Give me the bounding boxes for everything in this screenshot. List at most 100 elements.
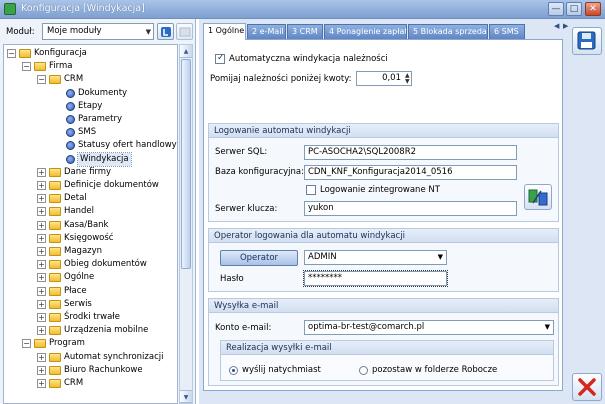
tree-item[interactable]: + Kasa/Bank [4,219,177,232]
expand-icon[interactable]: + [37,379,46,388]
tree-item-label: Ogólne [64,272,95,283]
tree-item[interactable]: − Program [4,337,177,350]
tree-scrollbar[interactable]: ▲ ▼ [179,44,193,404]
expand-icon[interactable]: + [37,194,46,204]
server-label: Serwer SQL: [215,147,268,157]
keep-draft-radio[interactable] [359,366,368,375]
settings-form: ✓ Automatyczna windykacja należności Pom… [203,39,563,391]
expand-icon[interactable]: + [37,286,46,296]
expand-icon[interactable]: + [37,313,46,322]
expand-icon[interactable]: + [37,326,46,336]
connection-icon [528,189,548,206]
maximize-button[interactable]: □ [566,2,582,16]
skip-amount-input[interactable]: 0,01 [356,71,412,86]
tree-item[interactable]: + Środki trwałe [4,311,177,324]
tree-item[interactable]: Dokumenty [4,87,177,100]
expand-icon[interactable]: + [37,207,46,217]
operator-title: Operator logowania dla automatu windykac… [209,229,558,243]
tree-item[interactable]: Windykacja [4,151,177,167]
expand-icon[interactable]: + [37,299,46,309]
config-tree[interactable]: − Konfiguracja − Firma − CRM Dokumenty Etapy Par… [3,44,178,404]
tree-item-label: SMS [78,127,97,138]
tree-item[interactable]: − CRM [4,73,177,86]
server-input[interactable]: PC-ASOCHA2\SQL2008R2 [304,145,517,160]
operator-button[interactable]: Operator [220,250,298,266]
cancel-button[interactable] [572,373,602,401]
tab-4[interactable]: 4 Ponaglenie zapłaty [324,24,407,39]
expand-icon[interactable]: + [37,233,46,243]
tree-item[interactable]: + Obieg dokumentów [4,258,177,271]
refresh-button[interactable] [157,23,174,40]
tree-item[interactable]: + Płace [4,285,177,298]
folder-icon [19,49,31,58]
klucz-label: Serwer klucza: [215,204,278,214]
baza-input[interactable]: CDN_KNF_Konfiguracja2014_0516 [304,165,517,180]
tree-item[interactable]: + CRM [4,377,177,390]
send-now-radio[interactable] [229,366,238,375]
tree-item[interactable]: SMS [4,126,177,139]
expand-icon[interactable]: + [37,365,46,375]
realizacja-group: Realizacja wysyłki e-mail wyślij natychm… [220,340,554,381]
tree-item[interactable]: − Konfiguracja [4,47,177,60]
tree-item[interactable]: + Magazyn [4,245,177,258]
konto-select[interactable]: optima-br-test@comarch.pl ▼ [304,320,554,335]
tab-3[interactable]: 3 CRM [287,24,323,39]
modul-select[interactable]: Moje moduły ▼ [42,23,154,40]
tab-1[interactable]: 1 Ogólne [203,23,246,40]
tree-item[interactable]: + Księgowość [4,232,177,245]
expand-icon[interactable]: + [37,247,46,256]
tree-item[interactable]: Etapy [4,100,177,113]
haslo-input[interactable]: ******** [303,270,448,287]
expand-icon[interactable]: + [37,167,46,177]
tab-2[interactable]: 2 e-Mail [247,24,286,39]
wysylka-title: Wysyłka e-mail [209,299,558,313]
tree-item[interactable]: + Handel [4,205,177,218]
expand-icon[interactable]: + [37,352,46,362]
expand-icon[interactable]: + [37,273,46,283]
spin-down-icon[interactable]: ▼ [405,79,410,85]
expand-icon[interactable]: + [37,260,46,270]
tree-item[interactable]: + Dane firmy [4,166,177,179]
scroll-up-arrow-icon[interactable]: ▲ [180,45,192,58]
save-button[interactable] [572,27,602,55]
tree-item-label: Dane firmy [64,166,112,177]
tree-item[interactable]: + Urządzenia mobilne [4,324,177,337]
tree-item[interactable]: Statusy ofert handlowych [4,139,178,152]
collapse-icon[interactable]: − [22,339,31,349]
tree-item-label: Definicje dokumentów [64,180,159,190]
tree-item[interactable]: + Biuro Rachunkowe [4,364,177,377]
nt-login-checkbox[interactable] [306,185,316,195]
tree-item[interactable]: + Automat synchronizacji [4,351,177,364]
tree-item-label: Statusy ofert handlowych [78,140,178,151]
tree-item[interactable]: − Firma [4,60,177,73]
tree-item-label: Kasa/Bank [64,219,109,230]
tab-5[interactable]: 5 Blokada sprzedaży [408,24,488,39]
minimize-button[interactable]: — [548,2,564,16]
scrollbar-thumb[interactable] [181,59,191,269]
send-now-label: wyślij natychmiast [242,365,321,375]
tree-item[interactable]: + Detal [4,192,177,205]
tree-item[interactable]: + Ogólne [4,271,177,284]
collapse-icon[interactable]: − [7,49,16,58]
collapse-icon[interactable]: − [37,75,46,85]
scroll-down-arrow-icon[interactable]: ▼ [180,390,192,403]
tree-item[interactable]: + Serwis [4,298,177,311]
tree-item[interactable]: Parametry [4,113,177,126]
gear-icon [66,128,75,138]
tab-prev-arrow-icon[interactable]: ◀ [554,22,559,30]
close-window-button[interactable]: ✕ [585,2,601,16]
gear-icon [66,101,75,111]
collapse-icon[interactable]: − [22,62,31,72]
tree-item[interactable]: + Definicje dokumentów [4,179,177,192]
settings-button[interactable] [176,23,193,40]
refresh-icon [161,27,171,37]
auto-windykacja-checkbox[interactable]: ✓ [215,53,225,64]
klucz-input[interactable]: yukon [304,201,517,216]
tab-next-arrow-icon[interactable]: ▶ [563,22,568,30]
operator-select[interactable]: ADMIN ▼ [304,250,447,265]
expand-icon[interactable]: + [37,220,46,230]
tree-item-label: Magazyn [64,246,103,256]
test-connection-button[interactable] [524,184,552,210]
expand-icon[interactable]: + [37,181,46,190]
tab-6[interactable]: 6 SMS [489,24,525,39]
